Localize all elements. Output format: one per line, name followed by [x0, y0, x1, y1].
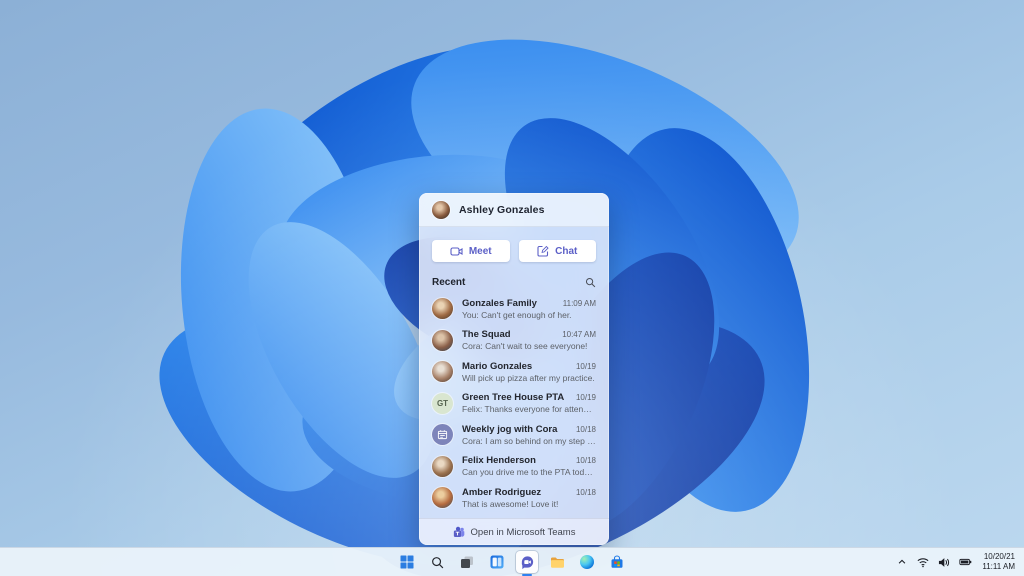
volume-icon[interactable] [937, 551, 951, 573]
open-in-teams-button[interactable]: Open in Microsoft Teams [419, 518, 609, 545]
conversation-name: Green Tree House PTA [462, 392, 565, 404]
conversation-preview: That is awesome! Love it! [462, 498, 559, 509]
windows-logo-icon [400, 555, 414, 569]
start-button[interactable] [396, 551, 418, 573]
wifi-icon[interactable] [916, 551, 930, 573]
conversation-row[interactable]: GT Green Tree House PTA 10/19 Felix: Tha… [419, 388, 609, 420]
conversation-list: Gonzales Family 11:09 AM You: Can't get … [419, 293, 609, 518]
taskbar: 10/20/21 11:11 AM [0, 547, 1024, 576]
conversation-avatar [432, 455, 453, 477]
battery-icon[interactable] [958, 551, 972, 573]
meet-button[interactable]: Meet [432, 240, 510, 262]
user-name: Ashley Gonzales [459, 203, 545, 216]
system-tray: 10/20/21 11:11 AM [895, 548, 1018, 576]
conversation-row[interactable]: Mario Gonzales 10/19 Will pick up pizza … [419, 356, 609, 388]
conversation-preview: Cora: Can't wait to see everyone! [462, 341, 588, 352]
conversation-time: 10:47 AM [562, 330, 596, 340]
conversation-avatar [432, 487, 453, 509]
chat-button[interactable]: Chat [518, 240, 596, 262]
taskbar-center-icons [396, 551, 628, 573]
conversation-name: Weekly jog with Cora [462, 423, 558, 435]
conversation-row[interactable]: Weekly jog with Cora 10/18 Cora: I am so… [419, 419, 609, 451]
conversation-name: The Squad [462, 329, 511, 341]
taskbar-clock[interactable]: 10/20/21 11:11 AM [979, 551, 1018, 573]
conversation-row[interactable]: Gonzales Family 11:09 AM You: Can't get … [419, 293, 609, 325]
folder-icon [550, 556, 565, 569]
conversation-time: 10/18 [575, 424, 596, 434]
conversation-row[interactable]: Felix Henderson 10/18 Can you drive me t… [419, 451, 609, 483]
conversation-preview: Felix: Thanks everyone for attending tod… [462, 404, 596, 415]
open-in-teams-label: Open in Microsoft Teams [470, 526, 576, 538]
conversation-preview: Cora: I am so behind on my step goals. [462, 435, 596, 446]
widgets-icon [490, 555, 504, 569]
video-camera-icon [450, 246, 463, 257]
avatar-initials: GT [436, 398, 449, 408]
conversation-preview: Can you drive me to the PTA today? [462, 467, 596, 478]
search-icon [431, 556, 444, 569]
conversation-name: Amber Rodriguez [462, 486, 542, 498]
teams-logo-icon [453, 526, 465, 538]
chat-action-row: Meet Chat [432, 240, 596, 262]
user-avatar[interactable] [432, 200, 450, 219]
compose-icon [537, 245, 549, 257]
teams-chat-flyout: Ashley Gonzales Meet Chat Recent Gonzale… [419, 193, 609, 545]
search-icon[interactable] [585, 277, 596, 288]
tray-time: 11:11 AM [982, 562, 1015, 571]
recent-header-row: Recent [432, 277, 596, 288]
search-button[interactable] [426, 551, 448, 573]
conversation-row[interactable]: The Squad 10:47 AM Cora: Can't wait to s… [419, 325, 609, 357]
conversation-name: Gonzales Family [462, 297, 537, 309]
chat-panel-header: Ashley Gonzales [419, 193, 609, 227]
recent-label: Recent [432, 277, 466, 288]
microsoft-store-icon [610, 555, 624, 569]
edge-browser-icon [580, 555, 594, 569]
conversation-avatar [432, 298, 453, 320]
avatar-calendar-icon [432, 424, 453, 446]
conversation-name: Mario Gonzales [462, 360, 533, 372]
conversation-time: 11:09 AM [562, 298, 596, 308]
chat-button-taskbar[interactable] [516, 551, 538, 573]
meet-button-label: Meet [468, 245, 492, 257]
tray-date: 10/20/21 [983, 552, 1015, 561]
conversation-time: 10/18 [575, 456, 596, 466]
conversation-time: 10/19 [575, 393, 596, 403]
edge-button[interactable] [576, 551, 598, 573]
conversation-avatar: GT [432, 392, 453, 414]
task-view-button[interactable] [456, 551, 478, 573]
conversation-avatar [432, 361, 453, 383]
conversation-time: 10/18 [575, 487, 596, 497]
conversation-time: 10/19 [575, 361, 596, 371]
teams-chat-icon [520, 555, 535, 570]
conversation-name: Felix Henderson [462, 455, 536, 467]
conversation-row[interactable]: Amber Rodriguez 10/18 That is awesome! L… [419, 482, 609, 514]
file-explorer-button[interactable] [546, 551, 568, 573]
task-view-icon [460, 555, 474, 569]
conversation-preview: You: Can't get enough of her. [462, 309, 572, 320]
microsoft-store-button[interactable] [606, 551, 628, 573]
conversation-avatar [432, 329, 453, 351]
conversation-preview: Will pick up pizza after my practice. [462, 372, 595, 383]
chat-button-label: Chat [555, 245, 578, 257]
tray-chevron-up-icon[interactable] [895, 551, 909, 573]
widgets-button[interactable] [486, 551, 508, 573]
